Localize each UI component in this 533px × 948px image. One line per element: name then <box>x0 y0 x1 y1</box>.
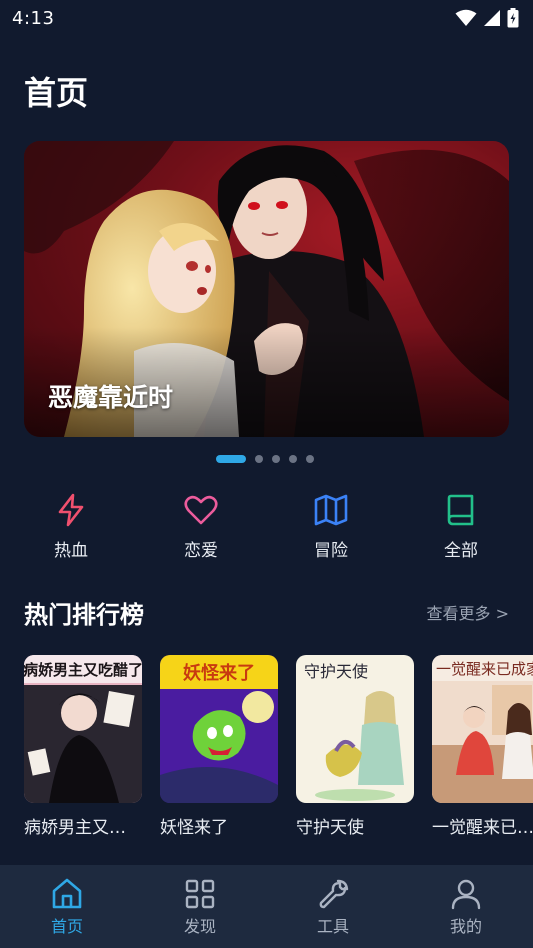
bottom-nav: 首页 发现 工具 我的 <box>0 865 533 948</box>
book-cover[interactable]: 妖怪来了 <box>160 655 278 803</box>
book-cover-art: 病娇男主又吃醋了 <box>24 655 142 803</box>
lightning-icon <box>58 493 84 527</box>
category-hot-blood[interactable]: 热血 <box>21 492 121 561</box>
signal-icon <box>484 10 500 26</box>
see-more-link[interactable]: 查看更多 > <box>427 600 510 624</box>
pager-dot[interactable] <box>272 455 280 463</box>
book-title: 守护天使 <box>296 818 364 838</box>
nav-label: 发现 <box>183 917 216 936</box>
book-cover[interactable]: 一觉醒来已成家 <box>432 655 533 803</box>
book-title: 妖怪来了 <box>160 818 228 838</box>
heart-icon <box>184 495 218 525</box>
category-label: 恋爱 <box>184 541 218 561</box>
book-icon <box>447 494 474 526</box>
book-cover-art: 妖怪来了 <box>160 655 278 803</box>
book-cover-art: 一觉醒来已成家 <box>432 655 533 803</box>
ranking-book-card[interactable]: 病娇男主又吃醋了 病娇男主又… <box>24 655 142 838</box>
ranking-book-card[interactable]: 守护天使 守护天使 <box>296 655 414 838</box>
section-title-ranking: 热门排行榜 <box>24 601 144 629</box>
category-romance[interactable]: 恋爱 <box>151 492 251 561</box>
nav-label: 我的 <box>449 917 482 936</box>
nav-profile[interactable]: 我的 <box>426 877 506 937</box>
pager-dot[interactable] <box>306 455 314 463</box>
category-label: 热血 <box>54 541 88 561</box>
map-icon <box>314 494 348 526</box>
cover-title-text: 一觉醒来已成家 <box>436 660 533 678</box>
ranking-book-card[interactable]: 一觉醒来已成家 一觉醒来已… <box>432 655 533 838</box>
book-cover[interactable]: 守护天使 <box>296 655 414 803</box>
cover-title-text: 守护天使 <box>304 662 368 681</box>
nav-label: 首页 <box>50 917 83 936</box>
grid-icon <box>185 879 215 909</box>
nav-tools[interactable]: 工具 <box>293 877 373 937</box>
nav-discover[interactable]: 发现 <box>160 877 240 937</box>
banner-pager <box>216 455 314 463</box>
wrench-icon <box>319 879 349 909</box>
cover-title-text: 病娇男主又吃醋了 <box>24 661 142 679</box>
status-icons <box>455 8 519 28</box>
wifi-icon <box>455 9 477 26</box>
pager-dot[interactable] <box>255 455 263 463</box>
ranking-book-card[interactable]: 妖怪来了 妖怪来了 <box>160 655 278 838</box>
nav-label: 工具 <box>316 917 349 936</box>
book-title: 一觉醒来已… <box>432 818 533 838</box>
home-icon <box>52 878 82 909</box>
featured-banner[interactable]: 恶魔靠近时 <box>24 141 509 437</box>
pager-dot[interactable] <box>289 455 297 463</box>
book-cover-art: 守护天使 <box>296 655 414 803</box>
user-icon <box>451 879 481 910</box>
category-all[interactable]: 全部 <box>411 492 511 561</box>
category-label: 冒险 <box>314 541 348 561</box>
status-time: 4:13 <box>12 7 55 29</box>
category-row: 热血 恋爱 冒险 全部 <box>0 492 533 572</box>
battery-icon <box>507 8 519 28</box>
pager-dot-active[interactable] <box>216 455 246 463</box>
book-cover[interactable]: 病娇男主又吃醋了 <box>24 655 142 803</box>
category-adventure[interactable]: 冒险 <box>281 492 381 561</box>
category-label: 全部 <box>444 541 478 561</box>
cover-title-text: 妖怪来了 <box>183 662 255 684</box>
page-title: 首页 <box>24 74 89 112</box>
banner-title: 恶魔靠近时 <box>48 383 174 412</box>
ranking-list[interactable]: 病娇男主又吃醋了 病娇男主又… 妖怪来了 妖怪来了 守护天使 守护天使 一觉醒来… <box>0 655 533 845</box>
status-bar: 4:13 <box>0 0 533 36</box>
nav-home[interactable]: 首页 <box>27 877 107 937</box>
book-title: 病娇男主又… <box>24 818 126 838</box>
